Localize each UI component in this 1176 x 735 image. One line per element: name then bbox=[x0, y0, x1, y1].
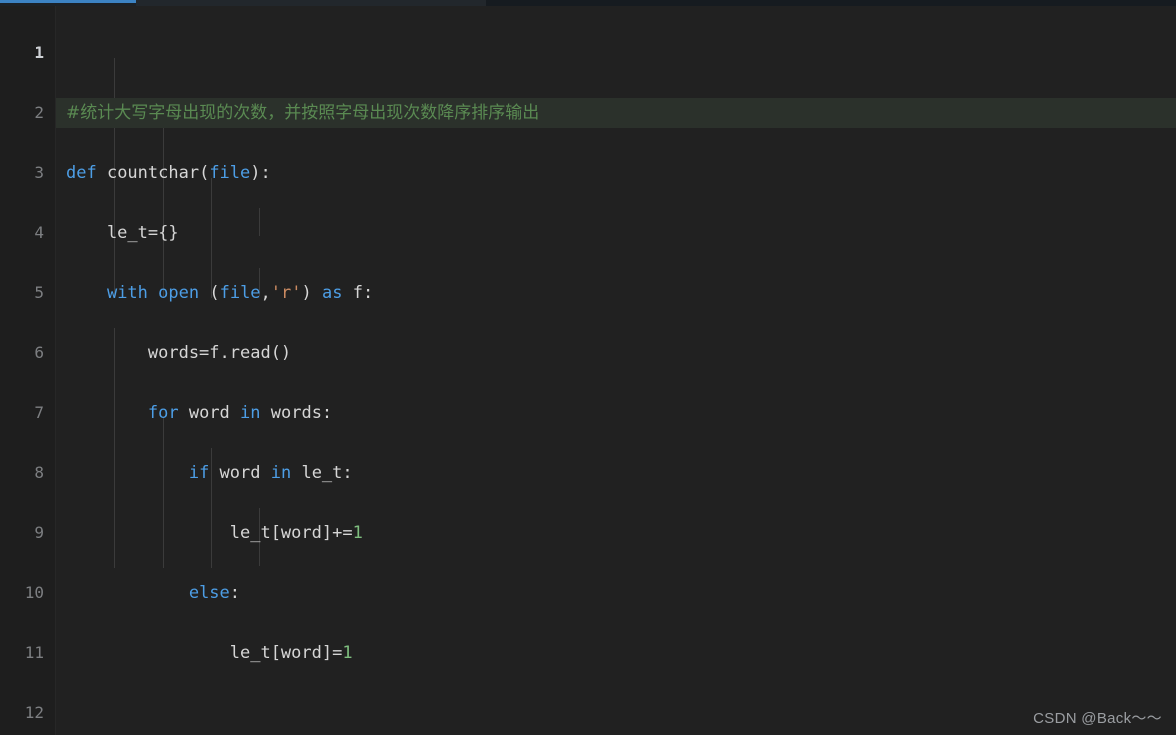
line-content[interactable]: le_t[word]+=1 bbox=[56, 518, 1176, 548]
line-number: 4 bbox=[34, 223, 44, 242]
code-line[interactable]: 5 words=f.read() bbox=[0, 248, 1176, 363]
code-text: def countchar(file): bbox=[66, 163, 271, 183]
line-content[interactable]: else: bbox=[56, 578, 1176, 608]
line-number: 6 bbox=[34, 343, 44, 362]
code-line[interactable]: 4 with open (file,'r') as f: bbox=[0, 188, 1176, 303]
line-number: 2 bbox=[34, 103, 44, 122]
line-content[interactable]: with open (file,'r') as f: bbox=[56, 278, 1176, 308]
code-text: for word in words: bbox=[147, 403, 333, 423]
line-content[interactable]: def countchar(file): bbox=[56, 158, 1176, 188]
line-number: 3 bbox=[34, 163, 44, 182]
code-line[interactable]: 10 le_t[word]=1 bbox=[0, 548, 1176, 663]
code-text: le_t[word]+=1 bbox=[66, 523, 363, 543]
active-tab-underline[interactable] bbox=[0, 0, 136, 3]
code-text: if word in le_t: bbox=[188, 463, 353, 483]
code-line[interactable]: 9 else: bbox=[0, 488, 1176, 603]
code-line[interactable]: 1 #统计大写字母出现的次数，并按照字母出现次数降序排序输出 bbox=[0, 8, 1176, 128]
code-line[interactable]: 7 if word in le_t: bbox=[0, 368, 1176, 483]
code-line[interactable]: 6 for word in words: bbox=[0, 308, 1176, 423]
csdn-watermark: CSDN @Back～～ bbox=[1033, 710, 1162, 727]
line-number: 8 bbox=[34, 463, 44, 482]
code-text: le_t[word]=1 bbox=[66, 643, 353, 663]
line-number: 5 bbox=[34, 283, 44, 302]
line-content[interactable]: le_t[word]=1 bbox=[56, 638, 1176, 668]
code-line[interactable]: 8 le_t[word]+=1 bbox=[0, 428, 1176, 543]
code-text: le_t={} bbox=[66, 223, 179, 243]
line-number: 12 bbox=[24, 703, 44, 722]
code-editor-area[interactable]: 1 #统计大写字母出现的次数，并按照字母出现次数降序排序输出 2 def cou… bbox=[0, 6, 1176, 735]
code-line[interactable]: 2 def countchar(file): bbox=[0, 68, 1176, 183]
line-content[interactable]: if word in le_t: bbox=[56, 458, 1176, 488]
line-number: 11 bbox=[24, 643, 44, 662]
line-number: 1 bbox=[34, 43, 44, 62]
line-number: 10 bbox=[24, 583, 44, 602]
line-content[interactable]: #统计大写字母出现的次数，并按照字母出现次数降序排序输出 bbox=[56, 98, 1176, 128]
code-line[interactable]: 13 bbox=[0, 728, 1176, 735]
line-content[interactable]: words=f.read() bbox=[56, 338, 1176, 368]
code-text: #统计大写字母出现的次数，并按照字母出现次数降序排序输出 bbox=[66, 103, 540, 123]
line-content[interactable] bbox=[56, 698, 1176, 728]
code-text: with open (file,'r') as f: bbox=[106, 283, 374, 303]
code-editor-window: 1 #统计大写字母出现的次数，并按照字母出现次数降序排序输出 2 def cou… bbox=[0, 0, 1176, 735]
line-number: 9 bbox=[34, 523, 44, 542]
code-text: words=f.read() bbox=[66, 343, 292, 363]
line-number: 7 bbox=[34, 403, 44, 422]
code-line[interactable]: 11 bbox=[0, 608, 1176, 662]
code-line[interactable]: 3 le_t={} bbox=[0, 128, 1176, 243]
code-text: else: bbox=[188, 583, 241, 603]
code-line[interactable]: 12 result=sorted(le_t.items(),key =lambd… bbox=[0, 668, 1176, 722]
line-content[interactable]: le_t={} bbox=[56, 218, 1176, 248]
line-content[interactable]: for word in words: bbox=[56, 398, 1176, 428]
